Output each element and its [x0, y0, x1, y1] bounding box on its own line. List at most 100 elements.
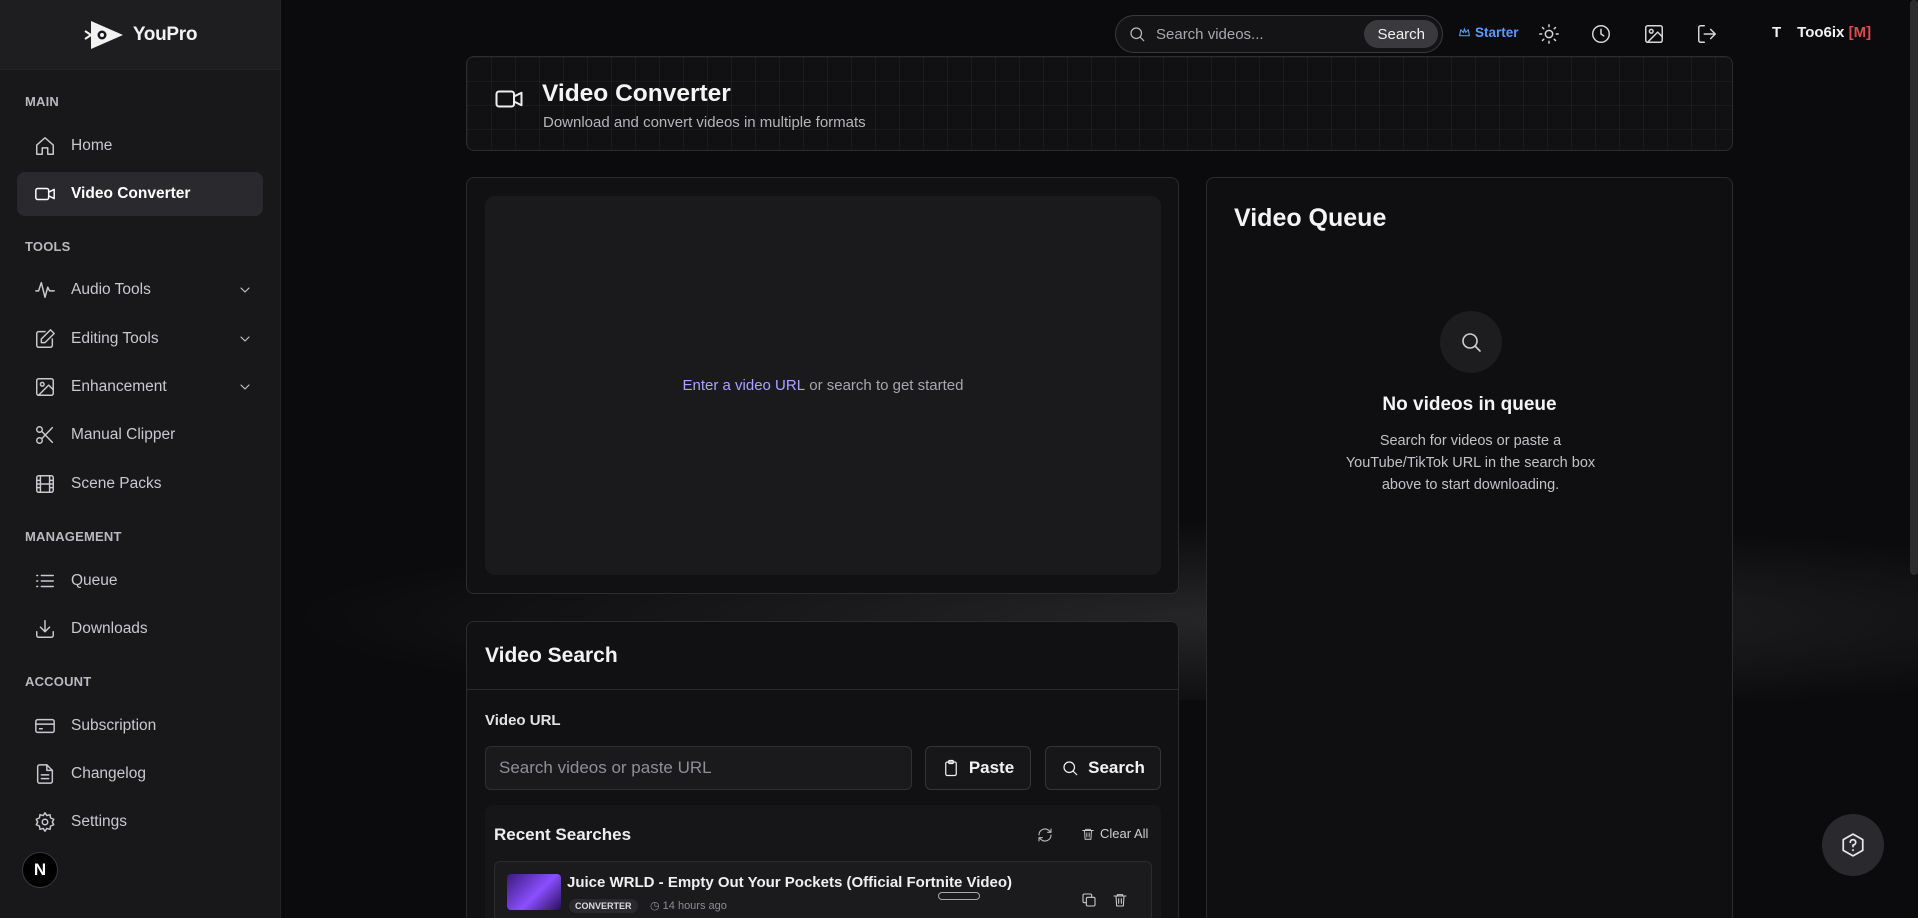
clock-icon[interactable]	[1590, 23, 1612, 45]
paste-button[interactable]: Paste	[925, 746, 1031, 790]
sidebar-item-audio-tools[interactable]: Audio Tools	[17, 268, 263, 312]
divider	[467, 689, 1178, 690]
search-icon	[1063, 761, 1078, 776]
page-title: Video Converter	[542, 80, 731, 107]
sidebar-item-label: Downloads	[71, 620, 148, 637]
sidebar-item-label: Home	[71, 137, 113, 154]
avatar: T	[1772, 24, 1782, 41]
video-url-label: Video URL	[485, 712, 561, 729]
logout-icon[interactable]	[1696, 23, 1718, 45]
enter-url-link[interactable]: Enter a video URL	[683, 377, 806, 394]
trash-icon[interactable]	[1112, 892, 1128, 908]
video-preview-panel: Enter a video URL or search to get start…	[466, 177, 1179, 594]
sidebar-item-label: Enhancement	[71, 378, 167, 395]
scrollbar[interactable]	[1910, 0, 1918, 575]
sidebar-item-video-converter[interactable]: Video Converter	[17, 172, 263, 216]
download-icon	[36, 620, 54, 638]
video-camera-icon	[35, 187, 55, 201]
video-queue-title: Video Queue	[1234, 204, 1387, 232]
list-icon	[36, 574, 54, 588]
sidebar-item-label: Subscription	[71, 717, 157, 734]
search-label: Search	[1088, 758, 1145, 777]
sidebar-item-label: Scene Packs	[71, 475, 162, 492]
next-badge[interactable]: N	[22, 852, 58, 888]
search-icon	[1462, 333, 1481, 352]
empty-queue-icon-wrap	[1440, 311, 1502, 373]
sidebar-item-label: Queue	[71, 572, 118, 589]
clear-all-button[interactable]: Clear All	[1081, 826, 1148, 841]
edit-icon	[36, 329, 55, 348]
video-queue-panel: Video Queue No videos in queue Search fo…	[1206, 177, 1733, 918]
section-label-main: MAIN	[25, 94, 60, 109]
credit-card-icon	[35, 718, 55, 734]
sidebar: YouPro MAIN Home Video Converter TOOLS A…	[0, 0, 281, 918]
crown-icon	[1459, 28, 1470, 37]
sidebar-item-manual-clipper[interactable]: Manual Clipper	[17, 413, 263, 457]
help-icon	[1842, 833, 1864, 857]
sidebar-item-scene-packs[interactable]: Scene Packs	[17, 462, 263, 506]
trash-icon	[1082, 828, 1094, 840]
video-preview-area: Enter a video URL or search to get start…	[485, 196, 1161, 575]
section-label-tools: TOOLS	[25, 239, 71, 254]
recent-search-item[interactable]: Juice WRLD - Empty Out Your Pockets (Off…	[494, 861, 1152, 918]
user-name-group: Too6ix [M]	[1797, 24, 1871, 41]
sun-icon[interactable]	[1538, 23, 1560, 45]
sidebar-item-queue[interactable]: Queue	[17, 559, 263, 603]
image-icon	[36, 378, 54, 396]
section-label-account: ACCOUNT	[25, 674, 92, 689]
empty-queue-description: Search for videos or paste a YouTube/Tik…	[1345, 433, 1596, 493]
recent-search-title: Juice WRLD - Empty Out Your Pockets (Off…	[567, 874, 1013, 891]
user-menu[interactable]: T Too6ix [M]	[1772, 24, 1871, 41]
search-icon	[1130, 27, 1145, 42]
brand-logo[interactable]: YouPro	[0, 0, 280, 70]
audio-wave-icon	[35, 281, 55, 299]
sidebar-item-label: Editing Tools	[71, 330, 159, 347]
clipboard-icon	[944, 759, 957, 777]
top-search-input[interactable]	[1156, 25, 1356, 43]
copy-icon[interactable]	[1081, 892, 1097, 908]
top-search-button[interactable]: Search	[1364, 20, 1438, 48]
chevron-down-icon[interactable]	[237, 282, 253, 298]
image-icon[interactable]	[1643, 23, 1665, 45]
sidebar-item-label: Settings	[71, 813, 128, 830]
sidebar-item-settings[interactable]: Settings	[17, 800, 263, 844]
recent-searches-title: Recent Searches	[494, 825, 632, 844]
preview-prompt: or search to get started	[805, 377, 964, 394]
plan-label: Starter	[1475, 25, 1519, 40]
video-search-panel: Video Search Video URL Paste Search Rece…	[466, 621, 1179, 918]
film-icon	[36, 475, 54, 493]
sidebar-item-label: Audio Tools	[71, 281, 151, 298]
refresh-icon[interactable]	[1037, 827, 1053, 843]
search-button[interactable]: Search	[1045, 746, 1161, 790]
sidebar-item-label: Video Converter	[71, 185, 191, 202]
chevron-down-icon[interactable]	[237, 331, 253, 347]
sidebar-item-label: Changelog	[71, 765, 146, 782]
page-header: Video Converter Download and convert vid…	[466, 56, 1733, 151]
sidebar-item-subscription[interactable]: Subscription	[17, 704, 263, 748]
top-search-bar: Search	[1115, 15, 1443, 53]
user-name: Too6ix	[1797, 24, 1845, 41]
recent-searches: Recent Searches Clear All Juice WRLD - E…	[485, 805, 1161, 918]
brand-name: YouPro	[132, 23, 198, 45]
clear-all-label: Clear All	[1100, 826, 1149, 841]
document-icon	[36, 764, 54, 784]
sidebar-item-changelog[interactable]: Changelog	[17, 752, 263, 796]
scissors-icon	[36, 426, 54, 444]
sidebar-item-editing-tools[interactable]: Editing Tools	[17, 317, 263, 361]
sidebar-item-enhancement[interactable]: Enhancement	[17, 365, 263, 409]
gear-icon	[35, 812, 55, 832]
scroll-indicator	[938, 892, 980, 900]
sidebar-item-downloads[interactable]: Downloads	[17, 607, 263, 651]
page-subtitle: Download and convert videos in multiple …	[543, 114, 866, 131]
recent-search-time: ◷ 14 hours ago	[650, 900, 727, 912]
help-button[interactable]	[1822, 814, 1884, 876]
video-camera-icon	[495, 90, 523, 108]
video-url-input[interactable]	[485, 746, 912, 790]
user-tag: [M]	[1848, 24, 1872, 41]
youpro-logo-icon	[84, 20, 123, 49]
chevron-down-icon[interactable]	[237, 379, 253, 395]
section-label-management: MANAGEMENT	[25, 529, 122, 544]
sidebar-item-home[interactable]: Home	[17, 124, 263, 168]
empty-queue-title: No videos in queue	[1382, 394, 1557, 415]
plan-badge[interactable]: Starter	[1458, 25, 1519, 40]
